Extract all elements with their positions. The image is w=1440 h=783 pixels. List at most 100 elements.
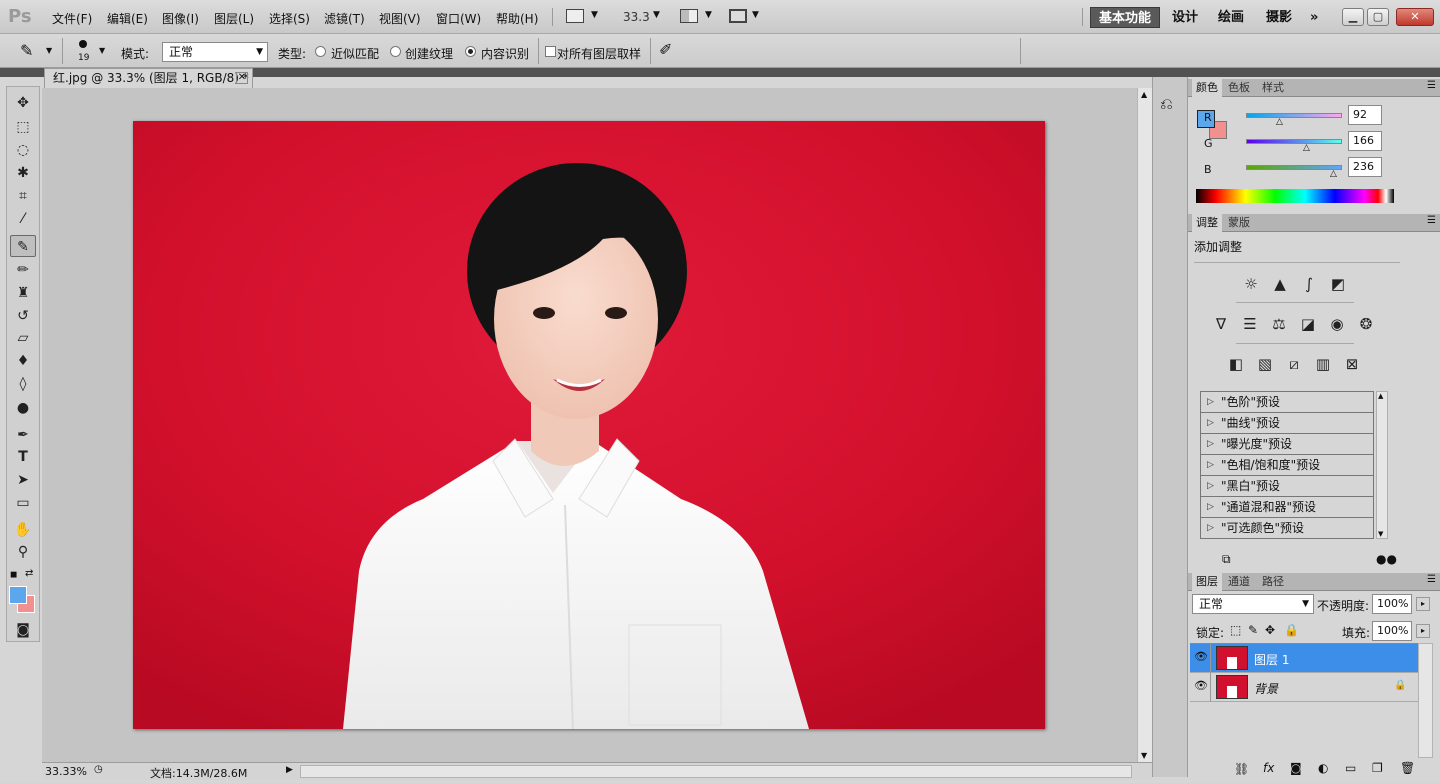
tab-adjustments[interactable]: 调整 [1192, 214, 1222, 232]
scroll-down-icon[interactable]: ▼ [1141, 751, 1147, 760]
tab-channels[interactable]: 通道 [1224, 573, 1254, 591]
gradient-map-icon[interactable]: ▥ [1311, 353, 1335, 375]
radio-content-aware-label[interactable]: 内容识别 [481, 45, 529, 62]
menu-layer[interactable]: 图层(L) [214, 10, 254, 27]
marquee-tool-icon[interactable]: ⬚ [10, 116, 36, 138]
eye-visibility-icon[interactable]: 👁 [1194, 679, 1208, 692]
spot-healing-brush-icon[interactable]: ✎ [20, 41, 33, 60]
new-layer-icon[interactable]: ❐ [1372, 761, 1383, 775]
chevron-down-icon[interactable]: ▼ [653, 10, 660, 20]
new-adjustment-layer-icon[interactable]: ◐ [1318, 761, 1328, 775]
more-workspaces-button[interactable]: » [1302, 7, 1326, 28]
channel-g-input[interactable]: 166 [1348, 131, 1382, 151]
list-item[interactable]: ▷ "曲线"预设 [1201, 413, 1373, 434]
scroll-down-icon[interactable]: ▼ [1378, 530, 1383, 538]
arrange-documents-icon[interactable] [680, 9, 698, 23]
menu-file[interactable]: 文件(F) [52, 10, 92, 27]
adjustment-options-icon[interactable]: ●● [1376, 552, 1397, 566]
menu-filter[interactable]: 滤镜(T) [324, 10, 365, 27]
menu-view[interactable]: 视图(V) [379, 10, 421, 27]
channel-r-slider[interactable] [1246, 113, 1342, 118]
hue-saturation-icon[interactable]: ☰ [1238, 313, 1262, 335]
radio-create-texture-label[interactable]: 创建纹理 [405, 45, 453, 62]
zoom-level[interactable]: 33.3 [623, 10, 650, 24]
zoom-tool-icon[interactable]: ⚲ [10, 541, 36, 563]
sample-all-layers-checkbox[interactable] [545, 46, 556, 57]
status-menu-arrow-icon[interactable]: ▶ [286, 765, 293, 775]
layer-row-layer1[interactable]: 👁 图层 1 [1190, 644, 1418, 673]
expand-triangle-icon[interactable]: ▷ [1207, 413, 1214, 433]
channel-r-thumb[interactable]: △ [1276, 117, 1283, 127]
list-item[interactable]: ▷ "通道混和器"预设 [1201, 497, 1373, 518]
channel-r-input[interactable]: 92 [1348, 105, 1382, 125]
chevron-down-icon[interactable]: ▼ [46, 46, 52, 55]
menu-help[interactable]: 帮助(H) [496, 10, 538, 27]
panel-menu-icon[interactable]: ☰ [1427, 80, 1436, 91]
quick-selection-tool-icon[interactable]: ✱ [10, 162, 36, 184]
history-brush-tool-icon[interactable]: ↺ [10, 305, 36, 327]
invert-icon[interactable]: ◧ [1224, 353, 1248, 375]
eyedropper-tool-icon[interactable]: ⁄ [10, 208, 36, 230]
threshold-icon[interactable]: ⧄ [1282, 353, 1306, 375]
status-info-icon[interactable]: ◷ [94, 764, 103, 775]
panel-menu-icon[interactable]: ☰ [1427, 215, 1436, 226]
history-panel-icon[interactable]: ⎌ [1160, 94, 1173, 114]
workspace-design-button[interactable]: 设计 [1164, 7, 1206, 28]
tab-paths[interactable]: 路径 [1258, 573, 1288, 591]
channel-b-thumb[interactable]: △ [1330, 169, 1337, 179]
channel-g-slider[interactable] [1246, 139, 1342, 144]
chevron-down-icon[interactable]: ▼ [99, 46, 105, 55]
lasso-tool-icon[interactable]: ◌ [10, 139, 36, 161]
list-item[interactable]: ▷ "可选颜色"预设 [1201, 518, 1373, 539]
close-tab-icon[interactable]: ✕ [236, 72, 248, 84]
sample-all-layers-label[interactable]: 对所有图层取样 [557, 45, 641, 62]
lock-position-icon[interactable]: ✥ [1265, 623, 1275, 637]
lock-all-icon[interactable]: 🔒 [1284, 623, 1299, 637]
bridge-icon[interactable] [566, 9, 584, 23]
list-item[interactable]: ▷ "色相/饱和度"预设 [1201, 455, 1373, 476]
eye-visibility-icon[interactable]: 👁 [1194, 650, 1208, 663]
layer-style-icon[interactable]: fx [1263, 761, 1274, 775]
tab-color[interactable]: 颜色 [1192, 79, 1222, 97]
layer-name[interactable]: 背景 [1254, 680, 1278, 697]
layer-row-background[interactable]: 👁 背景 🔒 [1190, 673, 1418, 702]
link-layers-icon[interactable]: ⛓ [1234, 762, 1249, 776]
menu-select[interactable]: 选择(S) [269, 10, 310, 27]
brightness-icon[interactable]: ☼ [1239, 273, 1263, 295]
channel-g-thumb[interactable]: △ [1303, 143, 1310, 153]
channel-b-input[interactable]: 236 [1348, 157, 1382, 177]
exposure-icon[interactable]: ◩ [1326, 273, 1350, 295]
quick-mask-icon[interactable]: ◙ [10, 619, 36, 641]
workspace-photography-button[interactable]: 摄影 [1258, 7, 1300, 28]
pen-tool-icon[interactable]: ✒ [10, 424, 36, 446]
tab-styles[interactable]: 样式 [1258, 79, 1288, 97]
chevron-down-icon[interactable]: ▼ [752, 10, 759, 20]
panel-menu-icon[interactable]: ☰ [1427, 574, 1436, 585]
tab-swatches[interactable]: 色板 [1224, 79, 1254, 97]
add-mask-icon[interactable]: ◙ [1290, 761, 1302, 775]
close-button[interactable]: ✕ [1396, 8, 1434, 26]
swap-colors-icon[interactable]: ⇄ [25, 568, 33, 579]
list-item[interactable]: ▷ "曝光度"预设 [1201, 434, 1373, 455]
hand-tool-icon[interactable]: ✋ [10, 519, 36, 541]
clip-to-layer-icon[interactable]: ⧉ [1222, 552, 1231, 567]
move-tool-icon[interactable]: ✥ [10, 92, 36, 114]
lock-transparent-icon[interactable]: ⬚ [1230, 623, 1241, 637]
radio-create-texture[interactable] [390, 46, 401, 57]
chevron-down-icon[interactable]: ▼ [705, 10, 712, 20]
expand-triangle-icon[interactable]: ▷ [1207, 455, 1214, 475]
type-tool-icon[interactable]: T [10, 446, 36, 468]
expand-triangle-icon[interactable]: ▷ [1207, 434, 1214, 454]
foreground-color-swatch[interactable] [9, 586, 27, 604]
channel-mixer-icon[interactable]: ❂ [1354, 313, 1378, 335]
minimize-button[interactable]: ▁ [1342, 8, 1364, 26]
color-spectrum-bar[interactable] [1196, 189, 1394, 203]
chevron-down-icon[interactable]: ▼ [591, 10, 598, 20]
clone-stamp-tool-icon[interactable]: ♜ [10, 282, 36, 304]
spot-healing-tool-icon[interactable]: ✎ [10, 235, 36, 257]
menu-window[interactable]: 窗口(W) [436, 10, 481, 27]
posterize-icon[interactable]: ▧ [1253, 353, 1277, 375]
vibrance-icon[interactable]: ∇ [1209, 313, 1233, 335]
new-group-icon[interactable]: ▭ [1345, 761, 1356, 775]
tab-layers[interactable]: 图层 [1192, 573, 1222, 591]
